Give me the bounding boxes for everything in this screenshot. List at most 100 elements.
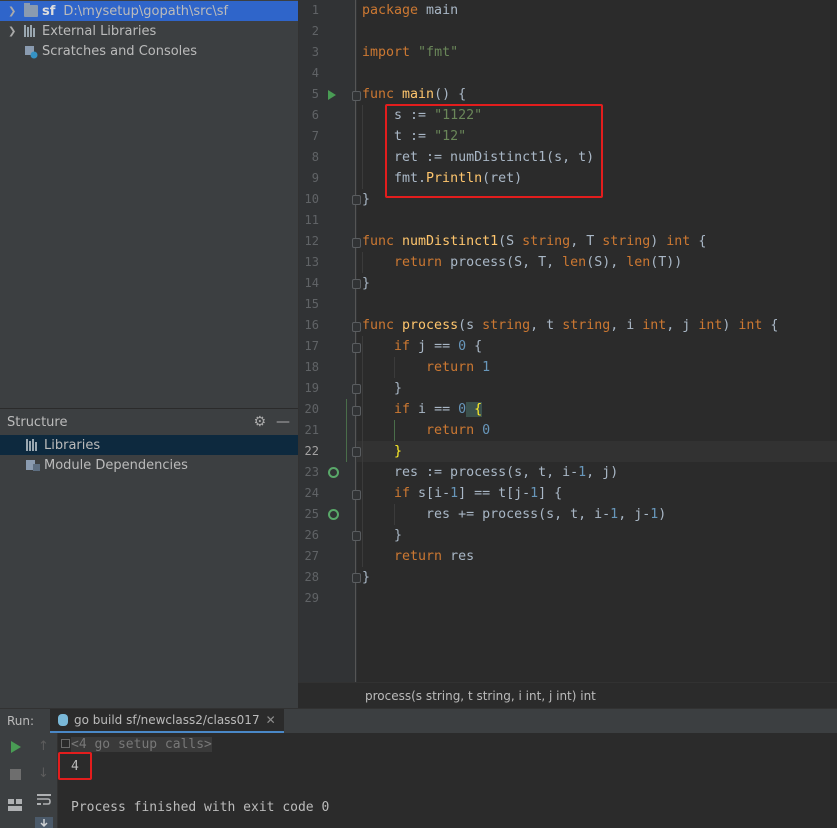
fold-icon[interactable] xyxy=(352,195,361,205)
down-arrow-icon[interactable]: ↓ xyxy=(38,766,49,781)
code-editor[interactable]: 1 2 3 4 5 6 7 8 9 10 11 12 13 14 15 16 17 18 19 20 21 22 23 24 2… xyxy=(298,0,837,682)
run-icon[interactable] xyxy=(328,90,336,100)
fold-icon[interactable] xyxy=(352,406,361,416)
code-line-18: return 1 xyxy=(426,360,491,375)
fold-icon[interactable] xyxy=(352,531,361,541)
line-number: 15 xyxy=(304,297,319,311)
structure-item-libraries[interactable]: Libraries xyxy=(0,435,298,455)
structure-title: Structure xyxy=(7,414,68,430)
expand-arrow-icon[interactable]: ❯ xyxy=(8,6,18,17)
soft-wrap-icon[interactable] xyxy=(37,794,51,806)
console-toolbar: ↑ ↓ xyxy=(30,733,58,828)
structure-item-label: Module Dependencies xyxy=(44,457,188,473)
line-number: 18 xyxy=(304,360,319,374)
line-number: 27 xyxy=(304,549,319,563)
run-toolbar xyxy=(0,733,30,828)
line-number: 8 xyxy=(311,150,319,164)
code-line-19: } xyxy=(362,381,403,396)
line-number: 13 xyxy=(304,255,319,269)
console-setup-calls[interactable]: <4 go setup calls> xyxy=(61,737,212,752)
code-line-27: return res xyxy=(394,549,475,564)
scroll-to-end-icon[interactable] xyxy=(35,817,53,828)
project-name: sf xyxy=(42,3,56,19)
line-number: 23 xyxy=(304,465,319,479)
line-number: 12 xyxy=(304,234,319,248)
code-line-23: res := process(s, t, i-1, j) xyxy=(362,465,619,480)
line-number: 24 xyxy=(304,486,319,500)
line-number: 5 xyxy=(311,87,319,101)
line-number: 16 xyxy=(304,318,319,332)
library-icon xyxy=(26,439,40,451)
structure-header: Structure ⚙ — xyxy=(0,409,298,435)
recursive-call-icon xyxy=(328,467,339,478)
project-path: D:\mysetup\gopath\src\sf xyxy=(63,3,229,19)
rerun-icon[interactable] xyxy=(10,741,22,753)
code-line-24: if s[i-1] == t[j-1] { xyxy=(394,486,563,501)
line-number: 11 xyxy=(304,213,319,227)
gear-icon[interactable]: ⚙ xyxy=(253,414,266,430)
code-line-28: } xyxy=(362,570,371,585)
close-icon[interactable]: ✕ xyxy=(266,713,276,727)
up-arrow-icon[interactable]: ↑ xyxy=(38,739,49,754)
line-number: 14 xyxy=(304,276,319,290)
line-number: 19 xyxy=(304,381,319,395)
line-number: 21 xyxy=(304,423,319,437)
fold-icon[interactable] xyxy=(352,573,361,583)
tree-item-label: External Libraries xyxy=(42,23,157,39)
code-line-17: if j == 0 { xyxy=(394,339,483,354)
fold-icon[interactable] xyxy=(352,490,361,500)
module-icon xyxy=(26,459,40,471)
fold-icon[interactable] xyxy=(352,279,361,289)
code-line-1: package main xyxy=(362,3,459,18)
fold-icon[interactable] xyxy=(352,322,361,332)
code-line-21: return 0 xyxy=(426,423,491,438)
minimize-icon[interactable]: — xyxy=(276,414,290,430)
run-tab[interactable]: go build sf/newclass2/class017 ✕ xyxy=(50,709,284,733)
run-label: Run: xyxy=(7,714,35,728)
code-line-20: if i == 0 { xyxy=(394,402,483,417)
breadcrumb[interactable]: process(s string, t string, i int, j int… xyxy=(298,682,837,708)
code-line-16: func process(s string, t string, i int, … xyxy=(362,318,779,333)
structure-item-module-dependencies[interactable]: Module Dependencies xyxy=(0,455,298,475)
code-line-10: } xyxy=(362,192,371,207)
line-number: 29 xyxy=(304,591,319,605)
code-line-26: } xyxy=(362,528,403,543)
tree-item-sf[interactable]: ❯ sf D:\mysetup\gopath\src\sf xyxy=(0,1,298,21)
code-line-12: func numDistinct1(S string, T string) in… xyxy=(362,234,707,249)
code-line-22: } xyxy=(362,444,403,459)
line-number: 20 xyxy=(304,402,319,416)
code-line-13: return process(S, T, len(S), len(T)) xyxy=(394,255,683,270)
expand-arrow-icon[interactable]: ❯ xyxy=(8,26,18,37)
line-number: 25 xyxy=(304,507,319,521)
library-icon xyxy=(24,25,38,37)
line-number: 9 xyxy=(311,171,319,185)
console-exit-message: Process finished with exit code 0 xyxy=(71,800,330,815)
fold-icon[interactable] xyxy=(61,739,70,748)
line-number: 10 xyxy=(304,192,319,206)
fold-icon[interactable] xyxy=(352,91,361,101)
recursive-call-icon xyxy=(328,509,339,520)
line-number: 7 xyxy=(311,129,319,143)
go-icon xyxy=(58,714,68,726)
tree-item-scratches[interactable]: ❯ Scratches and Consoles xyxy=(0,41,298,61)
fold-icon[interactable] xyxy=(352,343,361,353)
project-pane: ❯ sf D:\mysetup\gopath\src\sf ❯ External… xyxy=(0,0,298,408)
line-number: 3 xyxy=(311,45,319,59)
layout-icon[interactable] xyxy=(8,799,22,811)
run-tab-label: go build sf/newclass2/class017 xyxy=(74,713,260,727)
run-panel: Run: go build sf/newclass2/class017 ✕ ↑ … xyxy=(0,708,837,828)
current-line-highlight xyxy=(357,441,837,462)
line-number: 1 xyxy=(311,3,319,17)
code-line-25: res += process(s, t, i-1, j-1) xyxy=(362,507,667,522)
fold-icon[interactable] xyxy=(352,238,361,248)
fold-icon[interactable] xyxy=(352,384,361,394)
code-line-5: func main() { xyxy=(362,87,467,102)
line-number: 28 xyxy=(304,570,319,584)
fold-icon[interactable] xyxy=(352,447,361,457)
highlight-box xyxy=(58,752,92,780)
tree-item-external-libraries[interactable]: ❯ External Libraries xyxy=(0,21,298,41)
stop-icon[interactable] xyxy=(10,769,21,780)
folder-icon xyxy=(24,3,38,17)
scratches-icon xyxy=(24,45,38,59)
run-tabs: Run: go build sf/newclass2/class017 ✕ xyxy=(0,709,837,733)
